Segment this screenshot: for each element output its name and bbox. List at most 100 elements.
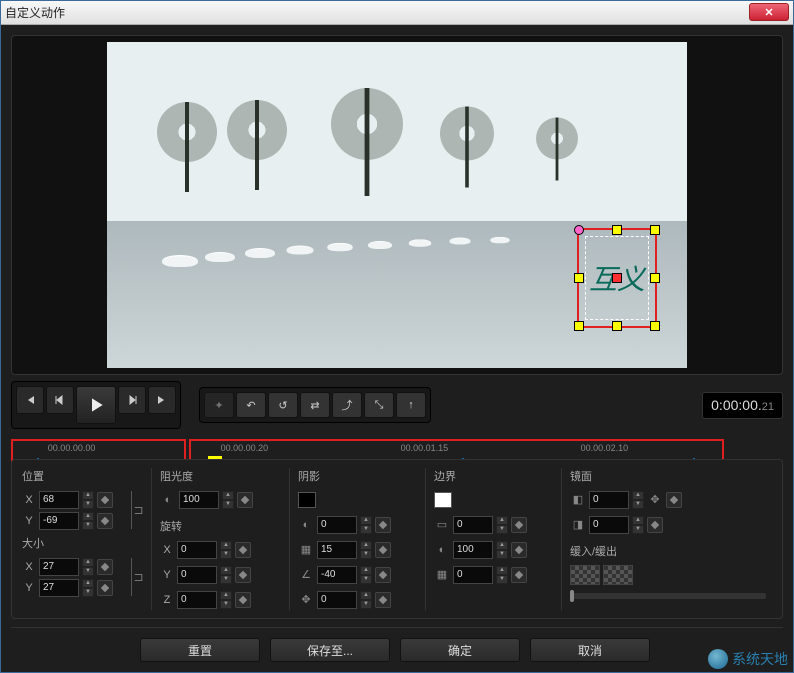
ease-in-preset[interactable] [570,565,600,585]
keyframe-toggle[interactable] [97,513,113,529]
keyframe-toggle[interactable] [375,517,391,533]
spinner[interactable]: ▲▼ [360,541,372,559]
keyframe-toggle[interactable] [375,592,391,608]
tool-curve-icon[interactable]: ⤴ [332,392,362,418]
spinner[interactable]: ▲▼ [632,516,644,534]
spinner[interactable]: ▲▼ [82,491,94,509]
shadow-blur-input[interactable] [317,541,357,559]
border-opacity-input[interactable] [453,541,493,559]
preview-stage[interactable]: 互义 [107,42,687,368]
border-color-swatch[interactable] [434,492,452,508]
keyframe-toggle[interactable] [235,542,251,558]
time-main: 0:00:00. [711,397,762,413]
reset-button[interactable]: 重置 [140,638,260,662]
keyframe-toggle[interactable] [235,567,251,583]
rot-y-input[interactable] [177,566,217,584]
handle-center[interactable] [612,273,622,283]
handle-rotate[interactable] [574,225,584,235]
prev-frame-button[interactable] [46,386,74,414]
spinner[interactable]: ▲▼ [360,591,372,609]
preview-tree [167,102,207,192]
tool-swap-icon[interactable]: ⇄ [300,392,330,418]
size-y-input[interactable] [39,579,79,597]
handle-resize[interactable] [650,225,660,235]
opacity-input[interactable] [179,491,219,509]
spinner[interactable]: ▲▼ [632,491,644,509]
timeline-labels: 00.00.00.00 00.00.00.20 00.00.01.15 00.0… [19,443,739,453]
handle-resize[interactable] [650,321,660,331]
spinner[interactable]: ▲▼ [220,566,232,584]
handle-resize[interactable] [574,321,584,331]
tool-diag-icon[interactable]: ⤡ [364,392,394,418]
spinner[interactable]: ▲▼ [220,541,232,559]
timeline-wrap: 00.00.00.00 00.00.00.20 00.00.01.15 00.0… [11,439,783,451]
keyframe-toggle[interactable] [511,517,527,533]
pos-x-input[interactable] [39,491,79,509]
spinner[interactable]: ▲▼ [496,566,508,584]
shadow-angle-input[interactable] [317,566,357,584]
spinner[interactable]: ▲▼ [82,512,94,530]
move-icon[interactable]: ✥ [647,492,663,508]
keyframe-toggle[interactable] [97,580,113,596]
tool-loop-icon[interactable]: ↺ [268,392,298,418]
dialog-content: 互义 [1,25,793,672]
keyframe-toggle[interactable] [511,567,527,583]
position-size-column: 位置 X ▲▼ Y ▲▼ [22,468,152,610]
ok-button[interactable]: 确定 [400,638,520,662]
keyframe-toggle[interactable] [511,542,527,558]
preview-tree [343,88,391,196]
rot-y-label: Y [160,569,174,581]
shadow-opacity-input[interactable] [317,516,357,534]
spinner[interactable]: ▲▼ [82,579,94,597]
ease-out-preset[interactable] [603,565,633,585]
border-blur-input[interactable] [453,566,493,584]
keyframe-toggle[interactable] [666,492,682,508]
link-xy-icon[interactable]: ⊐ [131,491,145,529]
go-end-button[interactable] [148,386,176,414]
handle-resize[interactable] [574,273,584,283]
save-as-button[interactable]: 保存至... [270,638,390,662]
pos-x-label: X [22,494,36,506]
mirror-dist-input[interactable] [589,491,629,509]
close-button[interactable] [749,3,789,21]
size-x-input[interactable] [39,558,79,576]
shadow-dist-input[interactable] [317,591,357,609]
mirror-opacity-input[interactable] [589,516,629,534]
handle-resize[interactable] [612,321,622,331]
add-key-button[interactable]: ✦ [204,392,234,418]
spinner[interactable]: ▲▼ [496,541,508,559]
keyframe-toggle[interactable] [97,559,113,575]
keyframe-toggle[interactable] [647,517,663,533]
spinner[interactable]: ▲▼ [496,516,508,534]
ease-slider[interactable] [570,593,766,599]
pos-y-input[interactable] [39,512,79,530]
handle-resize[interactable] [612,225,622,235]
tool-up-icon[interactable]: ↑ [396,392,426,418]
next-frame-button[interactable] [118,386,146,414]
keyframe-toggle[interactable] [375,567,391,583]
keyframe-toggle[interactable] [97,492,113,508]
titlebar[interactable]: 自定义动作 [1,1,793,25]
tool-reverse-icon[interactable]: ↶ [236,392,266,418]
spinner[interactable]: ▲▼ [82,558,94,576]
border-width-input[interactable] [453,516,493,534]
rot-z-input[interactable] [177,591,217,609]
spinner[interactable]: ▲▼ [222,491,234,509]
keyframe-toggle[interactable] [237,492,253,508]
mirror-v-icon: ◨ [570,517,586,533]
go-start-button[interactable] [16,386,44,414]
spinner[interactable]: ▲▼ [360,566,372,584]
cancel-button[interactable]: 取消 [530,638,650,662]
timeline-label: 00.00.00.00 [48,443,96,453]
play-button[interactable] [76,386,116,424]
spinner[interactable]: ▲▼ [220,591,232,609]
keyframe-toggle[interactable] [375,542,391,558]
spinner[interactable]: ▲▼ [360,516,372,534]
timeline-label: 00.00.01.15 [401,443,449,453]
keyframe-toggle[interactable] [235,592,251,608]
overlay-object[interactable]: 互义 [577,228,657,328]
shadow-color-swatch[interactable] [298,492,316,508]
handle-resize[interactable] [650,273,660,283]
rot-x-input[interactable] [177,541,217,559]
link-size-icon[interactable]: ⊐ [131,558,145,596]
